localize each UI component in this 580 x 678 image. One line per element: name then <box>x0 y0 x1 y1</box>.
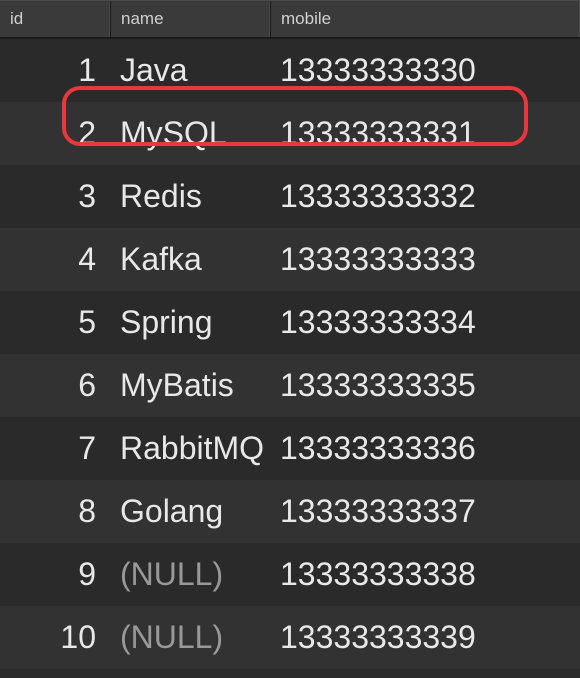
column-header-mobile[interactable]: mobile <box>270 1 580 37</box>
table-body: 1 Java 13333333330 2 MySQL 13333333331 3… <box>0 39 580 669</box>
cell-name[interactable]: RabbitMQ <box>110 417 270 480</box>
table-row[interactable]: 4 Kafka 13333333333 <box>0 228 580 291</box>
cell-mobile[interactable]: 13333333332 <box>270 165 580 228</box>
cell-mobile[interactable]: 13333333338 <box>270 543 580 606</box>
cell-mobile[interactable]: 13333333336 <box>270 417 580 480</box>
cell-mobile[interactable]: 13333333331 <box>270 102 580 165</box>
table-row[interactable]: 6 MyBatis 13333333335 <box>0 354 580 417</box>
cell-name[interactable]: Golang <box>110 480 270 543</box>
cell-id[interactable]: 6 <box>0 354 110 417</box>
cell-name[interactable]: MyBatis <box>110 354 270 417</box>
column-header-name[interactable]: name <box>110 1 270 37</box>
column-header-id[interactable]: id <box>0 1 110 37</box>
table-row[interactable]: 3 Redis 13333333332 <box>0 165 580 228</box>
cell-id[interactable]: 10 <box>0 606 110 669</box>
cell-mobile[interactable]: 13333333337 <box>270 480 580 543</box>
cell-id[interactable]: 8 <box>0 480 110 543</box>
table-row[interactable]: 2 MySQL 13333333331 <box>0 102 580 165</box>
cell-name[interactable]: Java <box>110 39 270 102</box>
cell-id[interactable]: 2 <box>0 102 110 165</box>
table-row[interactable]: 9 (NULL) 13333333338 <box>0 543 580 606</box>
cell-id[interactable]: 9 <box>0 543 110 606</box>
cell-mobile[interactable]: 13333333333 <box>270 228 580 291</box>
cell-mobile[interactable]: 13333333330 <box>270 39 580 102</box>
cell-name[interactable]: Redis <box>110 165 270 228</box>
table-header-row: id name mobile <box>0 0 580 39</box>
cell-name[interactable]: Kafka <box>110 228 270 291</box>
table-row[interactable]: 7 RabbitMQ 13333333336 <box>0 417 580 480</box>
cell-name[interactable]: (NULL) <box>110 606 270 669</box>
cell-mobile[interactable]: 13333333334 <box>270 291 580 354</box>
cell-mobile[interactable]: 13333333339 <box>270 606 580 669</box>
cell-id[interactable]: 1 <box>0 39 110 102</box>
table-row[interactable]: 5 Spring 13333333334 <box>0 291 580 354</box>
table-row[interactable]: 10 (NULL) 13333333339 <box>0 606 580 669</box>
cell-mobile[interactable]: 13333333335 <box>270 354 580 417</box>
cell-id[interactable]: 7 <box>0 417 110 480</box>
cell-name[interactable]: MySQL <box>110 102 270 165</box>
data-table: id name mobile 1 Java 13333333330 2 MySQ… <box>0 0 580 678</box>
cell-name[interactable]: (NULL) <box>110 543 270 606</box>
cell-name[interactable]: Spring <box>110 291 270 354</box>
table-row[interactable]: 1 Java 13333333330 <box>0 39 580 102</box>
cell-id[interactable]: 4 <box>0 228 110 291</box>
table-row[interactable]: 8 Golang 13333333337 <box>0 480 580 543</box>
cell-id[interactable]: 3 <box>0 165 110 228</box>
cell-id[interactable]: 5 <box>0 291 110 354</box>
